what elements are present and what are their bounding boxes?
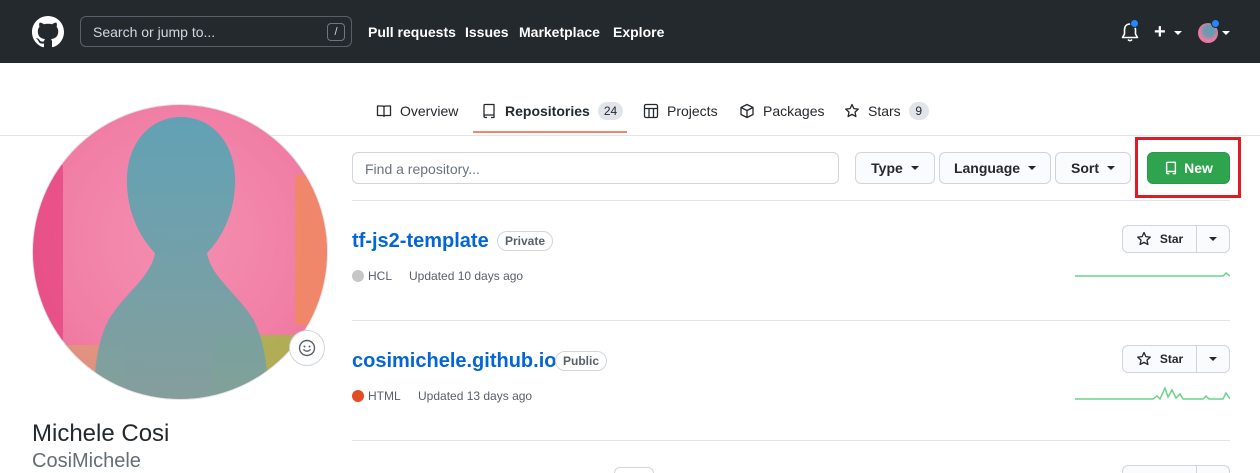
visibility-badge: Public: [555, 351, 608, 371]
star-caret-icon: [1209, 357, 1217, 361]
smiley-icon: [298, 339, 316, 357]
tab-projects[interactable]: Projects: [643, 96, 718, 126]
notification-dot-icon: [1130, 19, 1139, 28]
nav-issues[interactable]: Issues: [465, 24, 509, 40]
repo-updated: Updated 10 days ago: [409, 269, 524, 283]
profile-username: CosiMichele: [32, 450, 141, 472]
list-divider: [352, 200, 1230, 201]
star-list-dropdown-partial[interactable]: [1196, 465, 1230, 473]
profile-full-name: Michele Cosi: [32, 420, 170, 447]
tab-stars-label: Stars: [868, 103, 901, 119]
tab-overview-label: Overview: [400, 103, 459, 119]
repo-name-link[interactable]: cosimichele.github.io: [352, 350, 556, 373]
list-divider: [352, 440, 1230, 441]
star-button-partial[interactable]: [1122, 465, 1197, 473]
find-repository-input[interactable]: Find a repository...: [352, 152, 839, 184]
search-placeholder: Search or jump to...: [93, 24, 216, 40]
tab-overview[interactable]: Overview: [376, 96, 458, 126]
sort-filter-label: Sort: [1071, 160, 1099, 176]
tab-repositories-label: Repositories: [505, 103, 590, 119]
find-repository-placeholder: Find a repository...: [365, 161, 480, 177]
nav-marketplace[interactable]: Marketplace: [519, 24, 600, 40]
star-button-label: Star: [1159, 352, 1184, 366]
github-logo-icon[interactable]: [32, 16, 64, 48]
repo-updated: Updated 13 days ago: [418, 389, 533, 403]
type-filter-button[interactable]: Type: [855, 152, 935, 184]
repositories-count: 24: [597, 102, 624, 120]
star-button[interactable]: Star: [1122, 345, 1197, 373]
package-icon: [740, 103, 754, 119]
type-caret-icon: [910, 166, 919, 170]
visibility-badge: Private: [497, 231, 554, 251]
profile-avatar[interactable]: [32, 104, 328, 400]
global-search-input[interactable]: Search or jump to... /: [80, 16, 352, 47]
profile-photo-image: [33, 105, 327, 399]
star-list-dropdown[interactable]: [1196, 225, 1230, 253]
stars-count: 9: [908, 102, 929, 120]
avatar-caret-icon: [1222, 31, 1230, 35]
language-filter-label: Language: [953, 160, 1021, 176]
status-dot-icon: [1211, 19, 1220, 28]
nav-pull-requests[interactable]: Pull requests: [368, 24, 456, 40]
star-button-label: Star: [1159, 232, 1184, 246]
plus-icon[interactable]: +: [1154, 21, 1166, 44]
star-icon: [1136, 351, 1151, 366]
sort-caret-icon: [1107, 166, 1115, 170]
star-caret-icon: [1209, 237, 1217, 241]
set-status-button[interactable]: [289, 330, 325, 366]
repo-icon: [483, 103, 495, 119]
language-filter-button[interactable]: Language: [939, 152, 1051, 184]
type-filter-label: Type: [871, 160, 903, 176]
tab-repositories[interactable]: Repositories 24: [481, 96, 624, 126]
sort-filter-button[interactable]: Sort: [1055, 152, 1131, 184]
book-icon: [376, 105, 392, 118]
repo-name-link[interactable]: tf-js2-template: [352, 230, 489, 253]
repo-language: HTML: [368, 389, 401, 403]
tab-packages-label: Packages: [763, 103, 825, 119]
highlight-annotation-box: [1135, 137, 1241, 198]
language-caret-icon: [1028, 166, 1037, 170]
list-divider: [352, 320, 1230, 321]
tab-stars[interactable]: Stars 9: [844, 96, 929, 126]
tab-projects-label: Projects: [667, 103, 718, 119]
global-header: Search or jump to... / Pull requests Iss…: [0, 0, 1260, 63]
nav-explore[interactable]: Explore: [613, 24, 664, 40]
language-color-dot: [352, 270, 364, 282]
language-color-dot: [352, 390, 364, 402]
project-icon: [643, 103, 659, 119]
visibility-badge-partial: [614, 467, 654, 473]
tab-packages[interactable]: Packages: [739, 96, 824, 126]
star-list-dropdown[interactable]: [1196, 345, 1230, 373]
activity-sparkline: [1075, 272, 1230, 277]
star-icon: [1136, 231, 1151, 246]
slash-shortcut-key: /: [327, 23, 345, 41]
active-tab-indicator: [473, 131, 627, 133]
star-button[interactable]: Star: [1122, 225, 1197, 253]
activity-sparkline: [1075, 385, 1230, 401]
plus-caret-icon: [1174, 31, 1182, 35]
repo-language: HCL: [368, 269, 393, 283]
star-icon: [845, 103, 859, 118]
